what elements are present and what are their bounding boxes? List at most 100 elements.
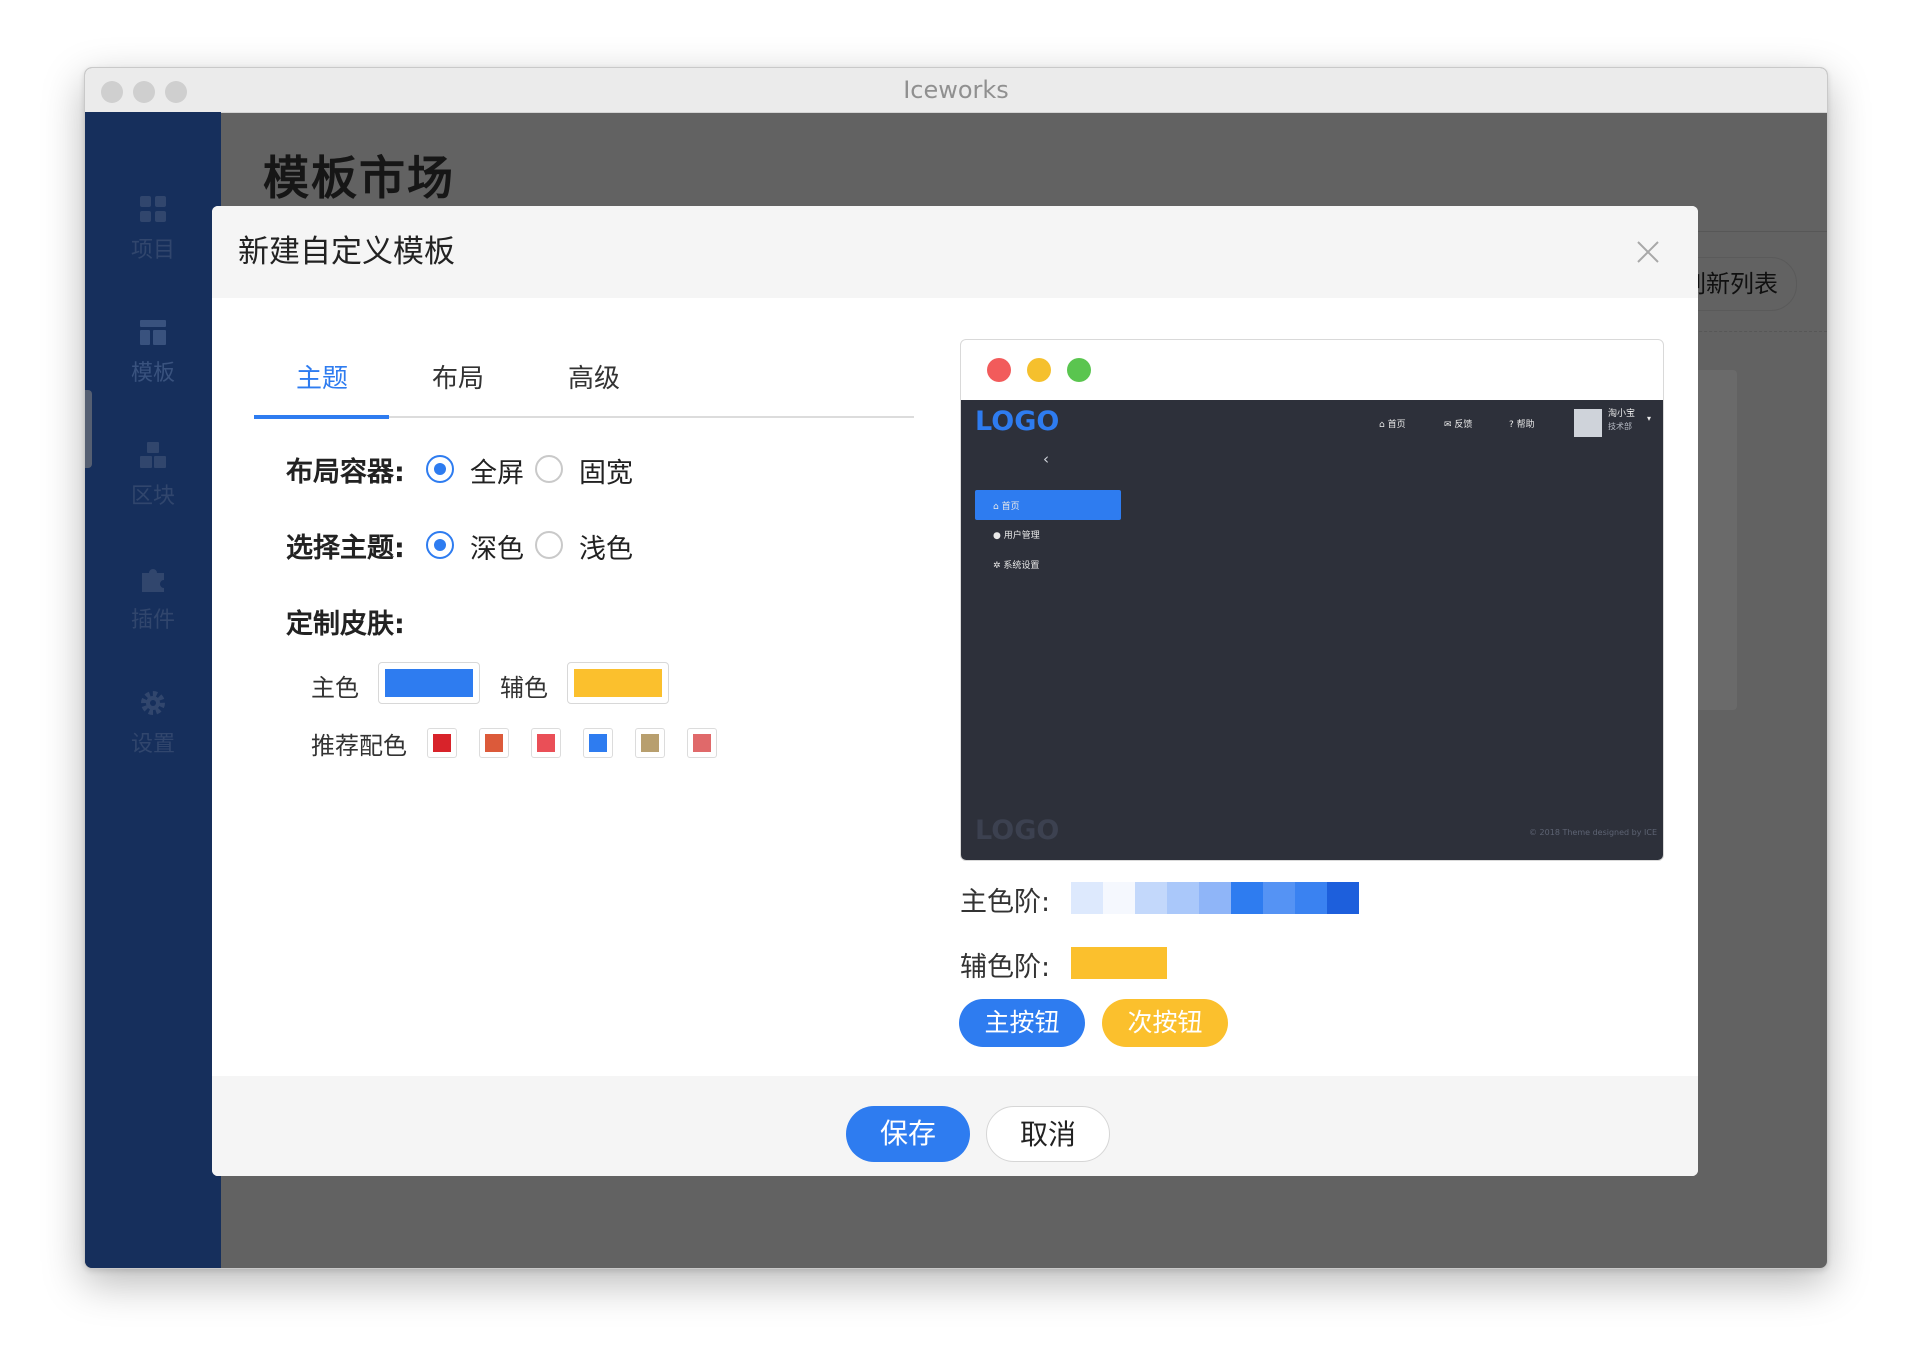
sidebar-item-projects[interactable]: 项目 <box>85 194 221 264</box>
radio-fullscreen[interactable] <box>426 455 454 483</box>
recommended-color-fill <box>485 734 503 752</box>
home-icon: ⌂ <box>1379 420 1385 430</box>
radio-dark-label: 深色 <box>470 534 524 565</box>
help-icon: ? <box>1509 420 1514 430</box>
chevron-left-icon: ‹ <box>1043 450 1049 468</box>
sidebar-item-label: 插件 <box>130 608 175 633</box>
secondary-color-swatch <box>574 669 662 697</box>
sidebar-item-label: 模板 <box>130 361 175 386</box>
gear-icon <box>141 691 165 715</box>
preview-menu-settings: ✲ 系统设置 <box>993 558 1039 571</box>
secondary-demo-button[interactable]: 次按钮 <box>1102 999 1228 1047</box>
recommended-color-swatch[interactable] <box>687 728 717 758</box>
dialog-header: 新建自定义模板 <box>212 206 1698 298</box>
primary-color-swatch <box>385 669 473 697</box>
new-template-dialog: 新建自定义模板 主题 布局 高级 布局容器: 全屏 固宽 选择主题: 深色 浅色… <box>212 206 1698 1176</box>
sidebar-item-settings[interactable]: 设置 <box>85 688 221 758</box>
radio-fixed-width-label: 固宽 <box>579 458 633 489</box>
color-scale-cell <box>1071 882 1103 914</box>
recommended-color-swatch[interactable] <box>479 728 509 758</box>
sidebar-item-label: 设置 <box>130 732 175 757</box>
window-title: Iceworks <box>903 76 1009 104</box>
layout-container-label: 布局容器: <box>286 457 405 488</box>
preview-copyright: © 2018 Theme designed by ICE <box>1529 828 1658 837</box>
color-scale-cell <box>1231 882 1263 914</box>
color-scale-cell <box>1167 882 1199 914</box>
preview-logo: LOGO <box>975 406 1060 437</box>
grid-icon <box>140 196 166 222</box>
color-scale-cell <box>1263 882 1295 914</box>
primary-scale-label: 主色阶: <box>960 887 1051 918</box>
chevron-down-icon: ▾ <box>1647 414 1652 423</box>
sidebar-item-templates[interactable]: 模板 <box>85 317 221 387</box>
preview-nav-home: ⌂ 首页 <box>1379 417 1406 430</box>
color-scale-cell <box>1295 882 1327 914</box>
gear-icon: ✲ <box>993 561 1001 571</box>
secondary-color-label: 辅色 <box>500 674 548 702</box>
recommended-color-swatch[interactable] <box>427 728 457 758</box>
preview-menu-home: ⌂ 首页 <box>993 499 1020 512</box>
preview-nav-feedback: ✉ 反馈 <box>1444 417 1472 430</box>
primary-demo-button[interactable]: 主按钮 <box>959 999 1085 1047</box>
sidebar-item-plugins[interactable]: 插件 <box>85 564 221 634</box>
user-icon: ● <box>993 531 1001 541</box>
mail-icon: ✉ <box>1444 420 1452 430</box>
sidebar-item-label: 区块 <box>130 484 175 509</box>
sidebar-item-blocks[interactable]: 区块 <box>85 440 221 510</box>
tab-layout[interactable]: 布局 <box>432 358 484 395</box>
radio-dark[interactable] <box>426 531 454 559</box>
template-icon <box>140 320 166 345</box>
avatar <box>1574 409 1602 437</box>
active-tab-indicator <box>254 415 389 419</box>
preview-red-dot <box>987 358 1011 382</box>
radio-fullscreen-label: 全屏 <box>470 458 524 489</box>
page-title: 模板市场 <box>263 151 455 205</box>
color-scale-cell <box>1327 882 1359 914</box>
color-scale-cell <box>1199 882 1231 914</box>
preview-nav-label: 首页 <box>1387 420 1406 430</box>
preview-nav-label: 反馈 <box>1454 420 1473 430</box>
preview-green-dot <box>1067 358 1091 382</box>
color-scale-cell <box>1071 947 1167 979</box>
custom-skin-label: 定制皮肤: <box>286 609 405 640</box>
preview-yellow-dot <box>1027 358 1051 382</box>
recommended-color-fill <box>641 734 659 752</box>
tab-theme[interactable]: 主题 <box>296 358 348 395</box>
primary-color-label: 主色 <box>311 674 359 702</box>
radio-light-label: 浅色 <box>579 534 633 565</box>
title-bar: Iceworks <box>85 68 1827 113</box>
puzzle-icon <box>142 569 164 592</box>
preview-menu-users: ● 用户管理 <box>993 528 1040 541</box>
preview-menu-label: 用户管理 <box>1003 531 1040 541</box>
primary-color-picker[interactable] <box>378 662 480 704</box>
secondary-scale-label: 辅色阶: <box>960 952 1051 983</box>
close-icon[interactable] <box>1634 238 1662 266</box>
recommended-colors-label: 推荐配色 <box>311 732 407 760</box>
recommended-color-swatch[interactable] <box>583 728 613 758</box>
blocks-icon <box>140 442 166 468</box>
recommended-color-swatch[interactable] <box>531 728 561 758</box>
radio-fixed-width[interactable] <box>535 455 563 483</box>
sidebar: 项目 模板 区块 插件 设置 <box>85 112 221 1268</box>
preview-user-dept: 技术部 <box>1608 422 1632 431</box>
cancel-button[interactable]: 取消 <box>986 1106 1110 1162</box>
color-scale-cell <box>1135 882 1167 914</box>
recommended-color-swatch[interactable] <box>635 728 665 758</box>
preview-user-name: 淘小宝 <box>1608 409 1636 419</box>
recommended-color-fill <box>589 734 607 752</box>
save-button[interactable]: 保存 <box>846 1106 970 1162</box>
home-icon: ⌂ <box>993 502 999 512</box>
dialog-title: 新建自定义模板 <box>238 234 455 270</box>
preview-footer-logo: LOGO <box>975 815 1060 846</box>
theme-label: 选择主题: <box>286 533 405 564</box>
preview-menu-label: 首页 <box>1001 502 1020 512</box>
recommended-color-fill <box>693 734 711 752</box>
preview-nav-help: ? 帮助 <box>1509 417 1535 430</box>
preview-body: LOGO ⌂ 首页 ✉ 反馈 ? 帮助 淘小宝 技术部 ▾ ‹ ⌂ 首页 ● 用… <box>961 400 1663 860</box>
sidebar-item-label: 项目 <box>130 238 175 263</box>
tab-advanced[interactable]: 高级 <box>568 358 620 395</box>
radio-light[interactable] <box>535 531 563 559</box>
color-scale-cell <box>1103 882 1135 914</box>
secondary-color-picker[interactable] <box>567 662 669 704</box>
theme-preview: LOGO ⌂ 首页 ✉ 反馈 ? 帮助 淘小宝 技术部 ▾ ‹ ⌂ 首页 ● 用… <box>960 339 1664 861</box>
